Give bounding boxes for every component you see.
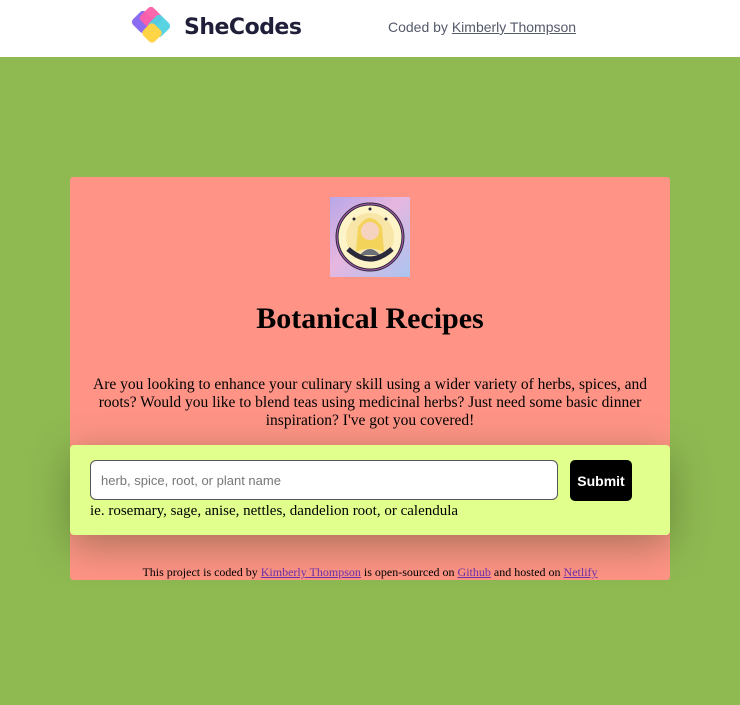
intro-text: Are you looking to enhance your culinary…	[93, 376, 647, 429]
footer-text-2: is open-sourced on	[360, 565, 458, 579]
github-link[interactable]: Github	[458, 565, 491, 579]
credit-prefix: Coded by	[388, 19, 452, 35]
submit-button[interactable]: Submit	[570, 460, 632, 501]
footer-text-3: and hosted on	[490, 565, 564, 579]
footer: This project is coded by Kimberly Thomps…	[70, 565, 670, 580]
footer-author-link[interactable]: Kimberly Thompson	[261, 565, 361, 579]
top-bar: SheCodes Coded by Kimberly Thompson	[0, 0, 740, 57]
header-credit: Coded by Kimberly Thompson	[388, 19, 576, 35]
page-title: Botanical Recipes	[256, 302, 484, 335]
search-input[interactable]	[90, 460, 558, 500]
netlify-link[interactable]: Netlify	[564, 565, 598, 579]
recipe-card: Botanical Recipes Are you looking to enh…	[70, 177, 670, 580]
search-hint: ie. rosemary, sage, anise, nettles, dand…	[90, 503, 459, 519]
avatar-image	[335, 202, 405, 272]
search-form: Submit ie. rosemary, sage, anise, nettle…	[70, 445, 670, 535]
shecodes-logo[interactable]: SheCodes	[130, 5, 302, 49]
brand-name: SheCodes	[184, 14, 302, 40]
avatar	[330, 197, 410, 277]
credit-author-link[interactable]: Kimberly Thompson	[452, 19, 576, 35]
shecodes-logo-icon	[131, 6, 171, 43]
footer-text-1: This project is coded by	[142, 565, 261, 579]
